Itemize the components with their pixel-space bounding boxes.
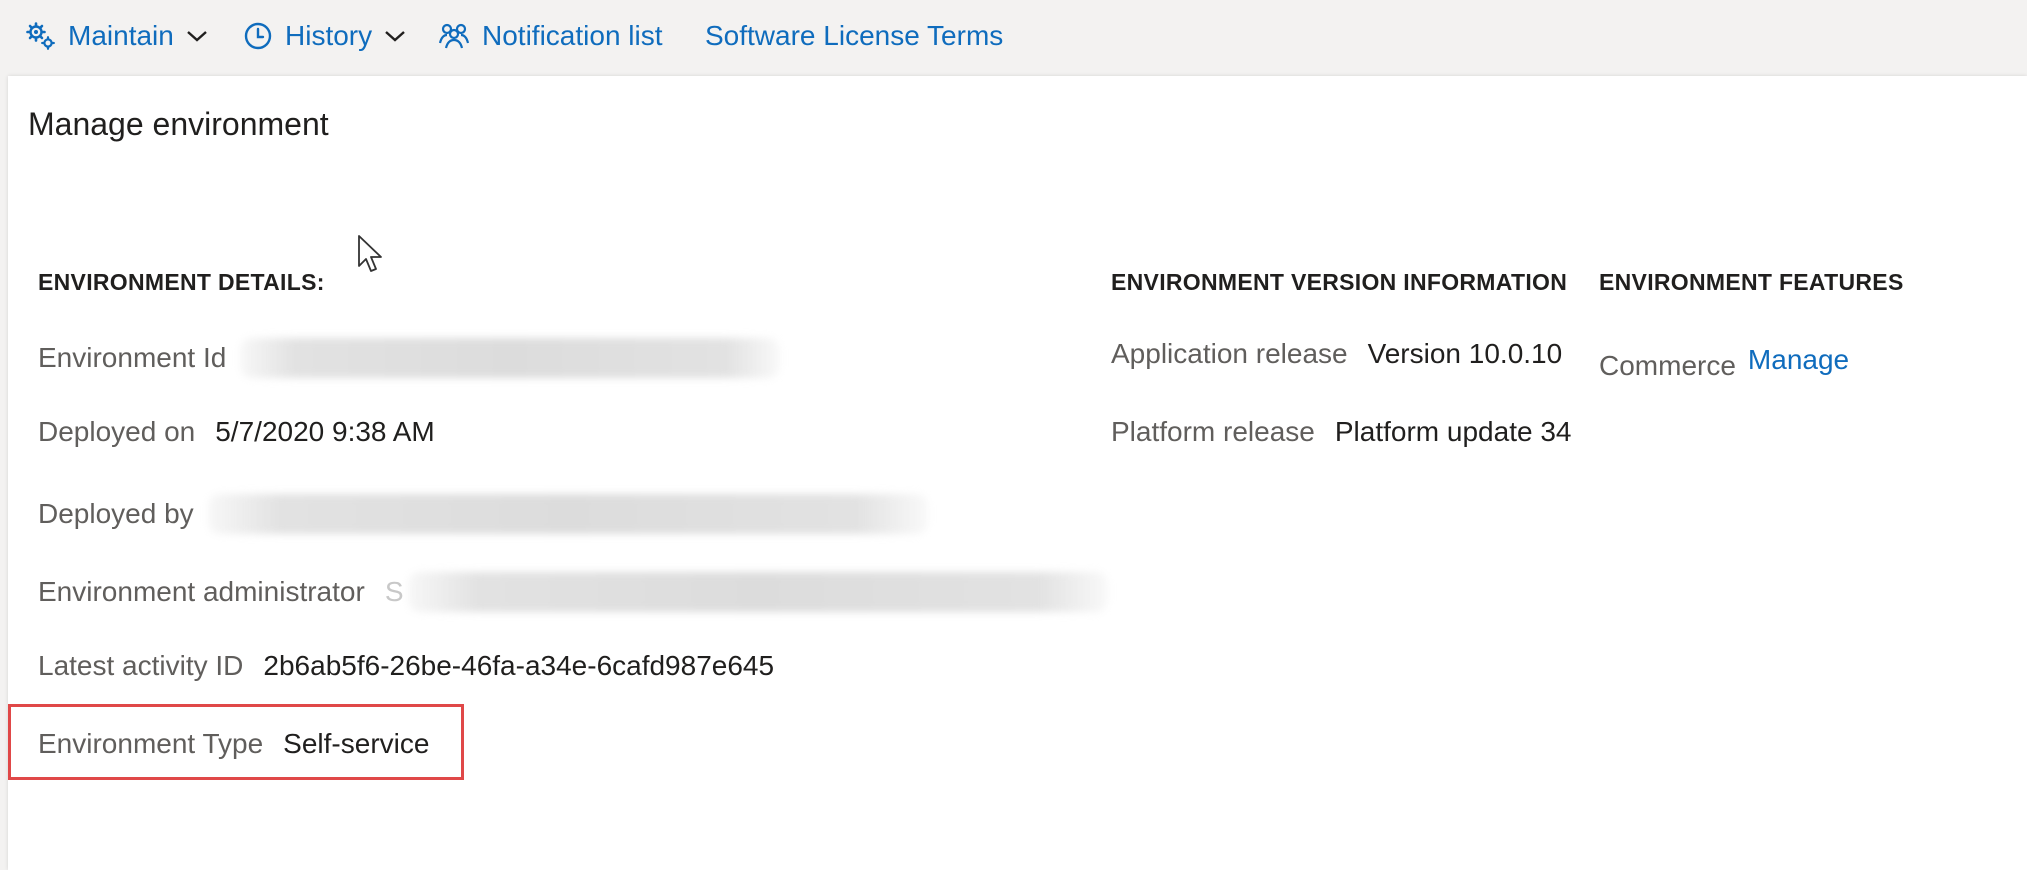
maintain-label: Maintain: [68, 20, 174, 51]
software-license-terms-link[interactable]: Software License Terms: [705, 14, 1003, 58]
mouse-cursor-icon: [357, 234, 385, 281]
people-group-icon: [438, 21, 470, 51]
notification-list-button[interactable]: Notification list: [438, 14, 663, 58]
maintain-menu-button[interactable]: Maintain: [26, 14, 208, 58]
clock-icon: [243, 21, 273, 51]
deployed-on-label: Deployed on: [38, 416, 196, 447]
environment-administrator-prefix: S: [384, 576, 404, 607]
environment-version-heading: ENVIRONMENT VERSION INFORMATION: [1111, 269, 1568, 295]
deployed-by-row: Deployed by: [38, 494, 928, 534]
page-title: Manage environment: [28, 106, 329, 142]
latest-activity-row: Latest activity ID 2b6ab5f6-26be-46fa-a3…: [38, 650, 774, 682]
deployed-on-row: Deployed on 5/7/2020 9:38 AM: [38, 416, 435, 448]
software-license-terms-label: Software License Terms: [705, 20, 1004, 51]
platform-release-label: Platform release: [1111, 416, 1315, 447]
application-release-label: Application release: [1111, 338, 1348, 369]
environment-administrator-row: Environment administrator S: [38, 572, 1108, 612]
manage-environment-panel: Manage environment ENVIRONMENT DETAILS: …: [8, 76, 2027, 870]
platform-release-row: Platform release Platform update 34: [1111, 416, 1571, 448]
latest-activity-label: Latest activity ID: [38, 650, 244, 681]
chevron-down-icon: [384, 29, 406, 43]
application-release-value: Version 10.0.10: [1367, 338, 1563, 369]
environment-administrator-value-redacted: [407, 572, 1108, 612]
environment-id-value-redacted: [240, 338, 781, 378]
gears-icon: [26, 21, 56, 51]
environment-id-row: Environment Id: [38, 338, 781, 378]
deployed-by-label: Deployed by: [38, 498, 194, 529]
deployed-by-value-redacted: [207, 494, 928, 534]
history-label: History: [285, 20, 373, 51]
environment-type-highlight: [8, 704, 464, 780]
commerce-manage-link[interactable]: Manage: [1748, 344, 1849, 376]
application-release-row: Application release Version 10.0.10: [1111, 338, 1562, 370]
environment-id-label: Environment Id: [38, 342, 227, 373]
environment-details-heading: ENVIRONMENT DETAILS:: [38, 269, 325, 295]
history-menu-button[interactable]: History: [243, 14, 406, 58]
commerce-feature-row: Commerce Manage: [1599, 338, 1849, 382]
platform-release-value: Platform update 34: [1334, 416, 1572, 447]
deployed-on-value: 5/7/2020 9:38 AM: [215, 416, 435, 447]
command-bar: Maintain History Notification list Softw…: [0, 0, 2027, 76]
environment-features-heading: ENVIRONMENT FEATURES: [1599, 269, 1904, 295]
chevron-down-icon: [186, 29, 208, 43]
notification-list-label: Notification list: [482, 20, 663, 51]
commerce-label: Commerce: [1599, 350, 1736, 381]
latest-activity-value: 2b6ab5f6-26be-46fa-a34e-6cafd987e645: [263, 650, 775, 681]
environment-administrator-label: Environment administrator: [38, 576, 365, 607]
